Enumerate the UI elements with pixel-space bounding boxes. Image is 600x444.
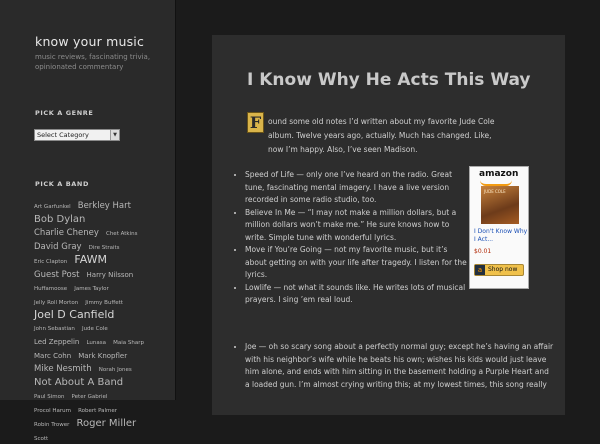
band-tag[interactable]: John Sebastian xyxy=(34,326,75,332)
band-tag[interactable]: Eric Clapton xyxy=(34,259,67,265)
ad-product-title[interactable]: I Don't Know Why I Act... xyxy=(474,228,528,244)
song-list-item: Lowlife — not what it sounds like. He wr… xyxy=(245,282,471,307)
band-tag[interactable]: Led Zeppelin xyxy=(34,338,79,346)
band-tag[interactable]: Chet Atkins xyxy=(106,231,138,237)
post-article: I Know Why He Acts This Way F ound some … xyxy=(212,35,565,415)
album-cover-label: JUDE COLE xyxy=(484,189,506,194)
band-tag[interactable]: Mike Nesmith xyxy=(34,364,92,374)
amazon-logo: amazon xyxy=(479,169,519,179)
amazon-icon: a xyxy=(475,265,485,275)
band-tag[interactable]: Scott xyxy=(34,436,48,442)
shop-now-button[interactable]: a Shop now xyxy=(474,264,524,276)
song-list: Speed of Life — only one I’ve heard on t… xyxy=(236,169,471,307)
band-tag[interactable]: Huffamoose xyxy=(34,286,67,292)
band-tag[interactable]: Joel D Canfield xyxy=(34,308,114,321)
song-list-item: Move if You’re Going — not my favorite m… xyxy=(245,244,471,282)
song-list-item: Believe In Me — “I may not make a millio… xyxy=(245,207,471,245)
ad-price: $0.01 xyxy=(474,248,492,255)
shop-now-label: Shop now xyxy=(488,266,518,273)
band-tag[interactable]: Paul Simon xyxy=(34,394,64,400)
band-tag[interactable]: Not About A Band xyxy=(34,377,123,388)
amazon-ad[interactable]: amazon JUDE COLE I Don't Know Why I Act.… xyxy=(469,166,529,289)
band-tag[interactable]: Procol Harum xyxy=(34,408,71,414)
song-list-item: Joe — oh so scary song about a perfectly… xyxy=(245,341,555,391)
band-tag[interactable]: Jimmy Buffett xyxy=(85,300,123,306)
band-tag[interactable]: Jelly Roll Morton xyxy=(34,300,78,306)
post-title[interactable]: I Know Why He Acts This Way xyxy=(247,70,531,90)
site-description: music reviews, fascinating trivia, opini… xyxy=(35,53,151,71)
album-cover-image[interactable]: JUDE COLE xyxy=(481,186,519,224)
band-widget-title: PICK A BAND xyxy=(35,180,89,188)
band-tag[interactable]: David Gray xyxy=(34,242,82,252)
band-tag[interactable]: Harry Nilsson xyxy=(87,271,134,279)
drop-cap-letter: F xyxy=(247,112,264,133)
post-intro: ound some old notes I’d written about my… xyxy=(268,117,495,154)
song-list-item: Speed of Life — only one I’ve heard on t… xyxy=(245,169,471,207)
band-tag[interactable]: Norah Jones xyxy=(99,367,132,373)
sidebar: know your music music reviews, fascinati… xyxy=(0,0,176,442)
band-tag[interactable]: Dire Straits xyxy=(89,245,120,251)
band-tag[interactable]: Guest Post xyxy=(34,270,79,280)
band-tag[interactable]: Maia Sharp xyxy=(113,340,144,346)
band-tag-cloud: Art Garfunkel Berkley Hart Bob Dylan Cha… xyxy=(34,198,148,444)
band-tag[interactable]: James Taylor xyxy=(74,286,109,292)
band-tag[interactable]: Mark Knopfler xyxy=(78,352,127,360)
band-tag[interactable]: Peter Gabriel xyxy=(72,394,108,400)
genre-select-value: Select Category xyxy=(37,131,89,139)
band-tag[interactable]: FAWM xyxy=(74,253,107,266)
genre-select[interactable]: Select Category ▼ xyxy=(34,129,120,141)
band-tag[interactable]: Berkley Hart xyxy=(78,201,131,211)
band-tag[interactable]: Jude Cole xyxy=(82,326,108,332)
band-tag[interactable]: Marc Cohn xyxy=(34,352,71,360)
band-tag[interactable]: Robin Trower xyxy=(34,422,69,428)
band-tag[interactable]: Robert Palmer xyxy=(78,408,117,414)
band-tag[interactable]: Charlie Cheney xyxy=(34,228,99,238)
band-tag[interactable]: Art Garfunkel xyxy=(34,204,71,210)
band-tag[interactable]: Roger Miller xyxy=(77,418,137,429)
genre-widget-title: PICK A GENRE xyxy=(35,109,94,117)
band-tag[interactable]: Lunasa xyxy=(86,340,106,346)
site-title[interactable]: know your music xyxy=(35,34,144,49)
band-tag[interactable]: Bob Dylan xyxy=(34,214,85,225)
song-list-continued: Joe — oh so scary song about a perfectly… xyxy=(236,341,555,391)
chevron-down-icon[interactable]: ▼ xyxy=(110,130,119,140)
